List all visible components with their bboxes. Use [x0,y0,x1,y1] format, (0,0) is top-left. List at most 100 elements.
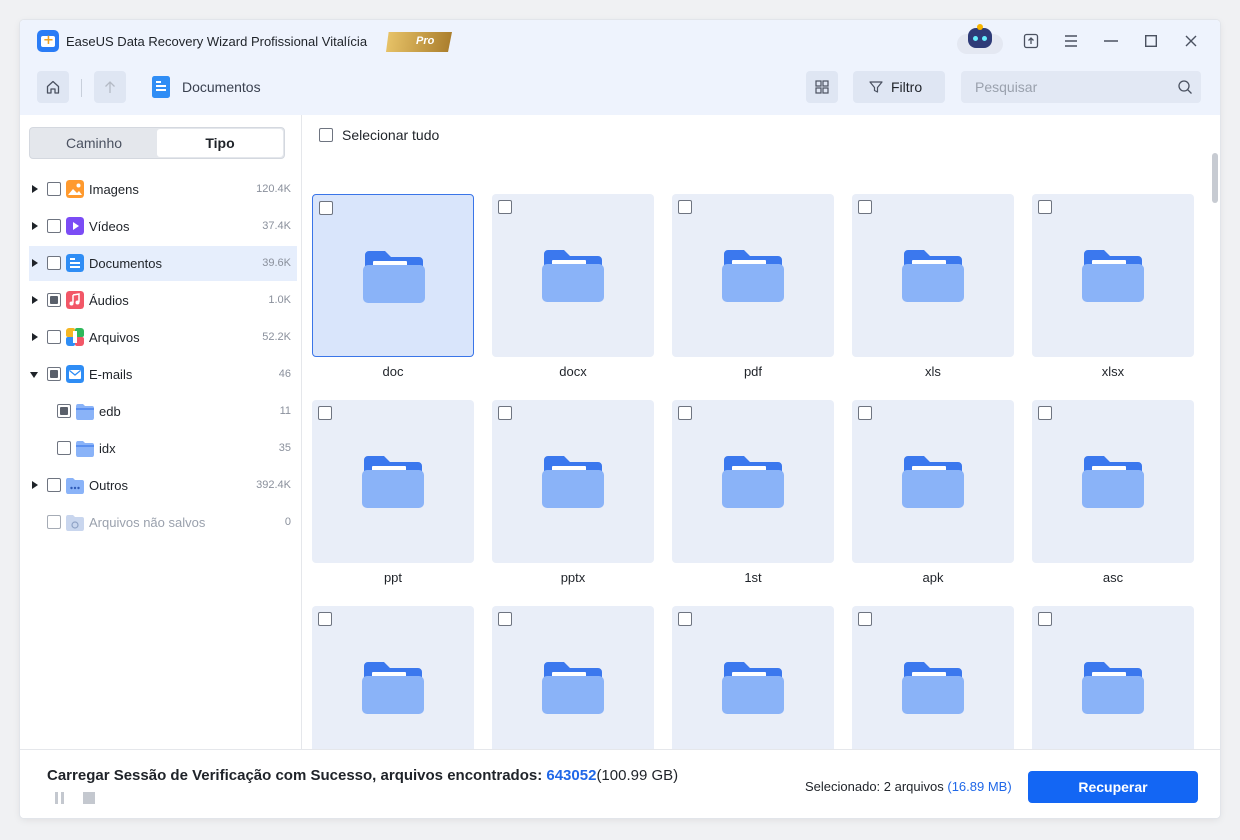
expand-arrow-icon[interactable] [32,481,38,489]
select-all-label: Selecionar tudo [342,127,440,143]
grid-view-button[interactable] [806,71,838,103]
folder-thumbnail[interactable] [852,400,1014,563]
select-all[interactable]: Selecionar tudo [319,127,439,143]
folder-thumbnail[interactable] [312,606,474,749]
checkbox[interactable] [498,406,512,420]
sidebar-item-label: E-mails [89,367,133,382]
checkbox[interactable] [57,441,71,455]
folder-thumbnail[interactable] [672,194,834,357]
folder-label: pptx [560,570,586,585]
folder-thumbnail[interactable] [1032,400,1194,563]
folder-tile[interactable]: asc [1032,400,1194,585]
sidebar-item-arquivos[interactable]: Arquivos 52.2K [29,320,297,355]
folder-tile[interactable]: pdf [672,194,834,379]
expand-arrow-icon[interactable] [32,185,38,193]
sidebar-item-outros[interactable]: Outros 392.4K [29,468,297,503]
sidebar-item-idx[interactable]: idx 35 [29,431,297,466]
checkbox[interactable] [319,201,333,215]
sidebar-item-audios[interactable]: Áudios 1.0K [29,283,297,318]
checkbox[interactable] [47,293,61,307]
item-count: 39.6K [262,257,291,269]
close-icon[interactable] [1181,31,1201,51]
filter-button[interactable]: Filtro [853,71,945,103]
collapse-arrow-icon[interactable] [30,372,38,378]
search-icon[interactable] [1177,79,1193,95]
checkbox[interactable] [498,200,512,214]
checkbox[interactable] [57,404,71,418]
folder-icon [722,250,784,302]
folder-tile[interactable]: 1st [672,400,834,585]
expand-arrow-icon[interactable] [32,259,38,267]
stop-icon[interactable] [83,792,95,804]
folder-thumbnail[interactable] [672,606,834,749]
checkbox[interactable] [1038,612,1052,626]
folder-tile[interactable] [672,606,834,749]
expand-arrow-icon[interactable] [32,222,38,230]
search-input[interactable] [961,71,1171,103]
scrollbar[interactable] [1212,153,1218,203]
folder-tile[interactable] [492,606,654,749]
checkbox[interactable] [498,612,512,626]
expand-arrow-icon[interactable] [32,333,38,341]
upload-icon[interactable] [1021,31,1041,51]
checkbox[interactable] [1038,200,1052,214]
sidebar-item-e-mails[interactable]: E-mails 46 [29,357,297,392]
folder-thumbnail[interactable] [492,194,654,357]
checkbox[interactable] [858,612,872,626]
folder-tile[interactable]: xls [852,194,1014,379]
menu-icon[interactable] [1061,31,1081,51]
folder-thumbnail[interactable] [1032,606,1194,749]
folder-tile[interactable]: doc [312,194,474,379]
folder-thumbnail[interactable] [852,606,1014,749]
pause-icon[interactable] [54,792,66,804]
folder-tile[interactable] [1032,606,1194,749]
folder-tile[interactable]: xlsx [1032,194,1194,379]
sidebar-item-imagens[interactable]: Imagens 120.4K [29,172,297,207]
folder-tile[interactable]: pptx [492,400,654,585]
folder-thumbnail[interactable] [672,400,834,563]
tab-tipo[interactable]: Tipo [157,129,283,157]
home-button[interactable] [37,71,69,103]
folder-tile[interactable]: ppt [312,400,474,585]
select-all-checkbox[interactable] [319,128,333,142]
checkbox[interactable] [47,182,61,196]
sidebar-item-edb[interactable]: edb 11 [29,394,297,429]
app-title: EaseUS Data Recovery Wizard Profissional… [66,34,368,49]
folder-tile[interactable] [852,606,1014,749]
sidebar-item-documentos[interactable]: Documentos 39.6K [29,246,297,281]
checkbox[interactable] [678,200,692,214]
sidebar-item-videos[interactable]: Vídeos 37.4K [29,209,297,244]
up-button[interactable] [94,71,126,103]
folder-thumbnail[interactable] [492,606,654,749]
expand-arrow-icon[interactable] [32,296,38,304]
checkbox[interactable] [47,330,61,344]
checkbox[interactable] [47,256,61,270]
maximize-icon[interactable] [1141,31,1161,51]
tab-caminho[interactable]: Caminho [31,129,157,157]
folder-tile[interactable]: docx [492,194,654,379]
recover-button[interactable]: Recuperar [1028,771,1198,803]
checkbox[interactable] [678,612,692,626]
folder-thumbnail[interactable] [312,400,474,563]
folder-thumbnail[interactable] [1032,194,1194,357]
checkbox[interactable] [47,515,61,529]
checkbox[interactable] [47,478,61,492]
sidebar-item-arquivos-nao-salvos[interactable]: Arquivos não salvos 0 [29,505,297,540]
documents-icon [152,76,170,98]
folder-thumbnail[interactable] [852,194,1014,357]
checkbox[interactable] [678,406,692,420]
folder-tile[interactable]: apk [852,400,1014,585]
checkbox[interactable] [858,406,872,420]
minimize-icon[interactable] [1101,31,1121,51]
checkbox[interactable] [318,406,332,420]
assistant-robot-icon[interactable] [957,24,1003,56]
folder-thumbnail[interactable] [312,194,474,357]
checkbox[interactable] [47,219,61,233]
folder-tile[interactable] [312,606,474,749]
checkbox[interactable] [858,200,872,214]
checkbox[interactable] [318,612,332,626]
checkbox[interactable] [47,367,61,381]
folder-thumbnail[interactable] [492,400,654,563]
checkbox[interactable] [1038,406,1052,420]
item-count: 37.4K [262,220,291,232]
